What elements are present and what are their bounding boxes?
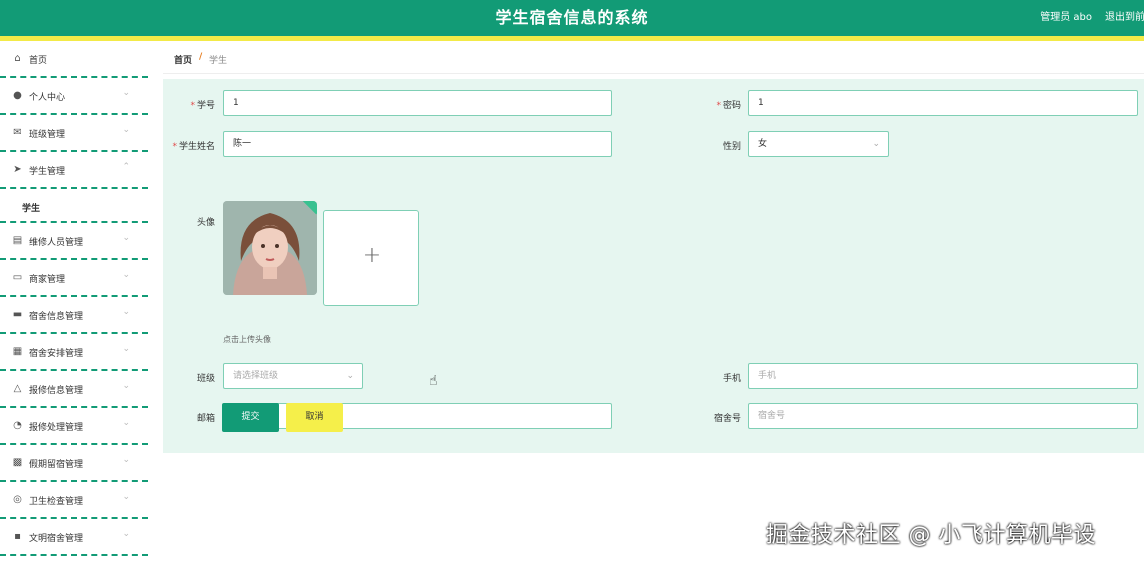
sidebar-item-repair-process[interactable]: ◔ 报修处理管理 ⌄ [0, 408, 148, 445]
sidebar-item-dorm-info[interactable]: ▬ 宿舍信息管理 ⌄ [0, 297, 148, 334]
avatar-label: 头像 [196, 218, 215, 228]
grid-icon: ▩ [12, 457, 23, 468]
dorm-no-label: 宿舍号 [713, 414, 741, 424]
breadcrumb-separator: / [199, 52, 203, 62]
password-input[interactable]: 1 [748, 90, 1138, 116]
sidebar-item-label: 报修信息管理 [29, 386, 84, 396]
target-icon: ◎ [13, 494, 22, 505]
class-label: 班级 [196, 374, 215, 384]
chevron-down-icon: ⌄ [122, 381, 130, 391]
sidebar-item-home[interactable]: ⌂ 首页 [0, 41, 148, 78]
chevron-down-icon: ⌄ [122, 344, 130, 354]
check-icon: ✓ [308, 201, 315, 203]
sidebar-item-dorm-arrange[interactable]: ▦ 宿舍安排管理 ⌄ [0, 334, 148, 371]
student-name-input[interactable]: 陈一 [223, 131, 612, 157]
breadcrumb-home[interactable]: 首页 [174, 53, 192, 66]
sidebar-item-repairers[interactable]: ▤ 维修人员管理 ⌄ [0, 223, 148, 260]
home-icon: ⌂ [14, 53, 21, 64]
gender-select[interactable]: 女 ⌄ [748, 131, 889, 157]
email-input[interactable]: 邮箱 [223, 403, 612, 429]
avatar-photo [223, 201, 317, 295]
sidebar-subitem-student[interactable]: 学生 [0, 189, 148, 223]
bed-icon: ▬ [12, 309, 23, 320]
sidebar-item-label: 宿舍安排管理 [29, 349, 84, 359]
phone-input[interactable]: 手机 [748, 363, 1138, 389]
breadcrumb-current: 学生 [209, 56, 228, 66]
bell-icon: △ [13, 383, 22, 394]
sidebar-item-label: 首页 [29, 56, 48, 66]
class-placeholder: 请选择班级 [233, 371, 279, 381]
sidebar: ⌂ 首页 ● 个人中心 ⌄ ✉ 班级管理 ⌄ ➤ 学生管理 ⌃ 学生 ▤ 维修人… [0, 41, 150, 564]
avatar-preview[interactable]: ✓ [223, 201, 317, 295]
class-select[interactable]: 请选择班级 ⌄ [223, 363, 363, 389]
sidebar-item-label: 卫生检查管理 [29, 497, 84, 507]
sidebar-item-profile[interactable]: ● 个人中心 ⌄ [0, 78, 148, 115]
required-mark: * [716, 101, 721, 111]
chevron-down-icon: ⌄ [122, 492, 130, 502]
top-header: 学生宿舍信息的系统 管理员 abo 退出到前 [0, 0, 1144, 36]
cancel-button[interactable]: 取消 [286, 403, 343, 432]
submit-button[interactable]: 提交 [222, 403, 279, 432]
sidebar-item-label: 个人中心 [29, 93, 66, 103]
chevron-down-icon: ⌄ [122, 270, 130, 280]
mouse-pointer-icon: ☝ [429, 373, 438, 389]
mail-icon: ✉ [13, 127, 22, 138]
gender-value: 女 [758, 139, 768, 149]
main-content: 首页 / 学生 * 学号 1 * 密码 1 * 学生姓名 陈一 性别 女 ⌄ 头像 [163, 41, 1144, 564]
sidebar-subitem-label: 学生 [22, 204, 41, 214]
sidebar-item-label: 商家管理 [29, 275, 66, 285]
breadcrumb: 首页 / 学生 [163, 41, 1144, 74]
phone-label: 手机 [722, 374, 741, 384]
app-title: 学生宿舍信息的系统 [495, 8, 649, 27]
chevron-down-icon: ⌄ [122, 418, 130, 428]
watermark: 掘金技术社区 @ 小飞计算机毕设 [766, 523, 1096, 548]
chevron-down-icon: ⌄ [122, 529, 130, 539]
sidebar-item-merchants[interactable]: ▭ 商家管理 ⌄ [0, 260, 148, 297]
sidebar-item-label: 报修处理管理 [29, 423, 84, 433]
document-icon: ▦ [12, 346, 23, 357]
plus-icon: + [362, 243, 382, 268]
chevron-down-icon: ⌄ [346, 371, 354, 381]
sidebar-item-label: 宿舍信息管理 [29, 312, 84, 322]
avatar-upload-hint: 点击上传头像 [223, 335, 271, 344]
email-label: 邮箱 [196, 414, 215, 424]
student-name-label: * 学生姓名 [172, 142, 215, 152]
sidebar-item-label: 班级管理 [29, 130, 66, 140]
clipboard-icon: ▤ [12, 235, 23, 246]
send-icon: ➤ [13, 164, 22, 175]
sidebar-item-label: 学生管理 [29, 167, 66, 177]
chevron-up-icon: ⌃ [122, 162, 130, 172]
sidebar-item-label: 文明宿舍管理 [29, 534, 84, 544]
sidebar-item-hygiene[interactable]: ◎ 卫生检查管理 ⌄ [0, 482, 148, 519]
chevron-down-icon: ⌄ [122, 125, 130, 135]
sidebar-item-holiday-stay[interactable]: ▩ 假期留宿管理 ⌄ [0, 445, 148, 482]
chevron-down-icon: ⌄ [122, 455, 130, 465]
current-user: 管理员 abo [1040, 12, 1092, 23]
sidebar-item-label: 假期留宿管理 [29, 460, 84, 470]
avatar-upload-button[interactable]: + [323, 210, 419, 306]
sidebar-item-repair-info[interactable]: △ 报修信息管理 ⌄ [0, 371, 148, 408]
student-no-label: * 学号 [190, 101, 215, 111]
chart-icon: ▭ [12, 272, 23, 283]
sidebar-item-students[interactable]: ➤ 学生管理 ⌃ [0, 152, 148, 189]
chevron-down-icon: ⌄ [122, 307, 130, 317]
sidebar-item-class[interactable]: ✉ 班级管理 ⌄ [0, 115, 148, 152]
comment-icon: ▪ [14, 531, 21, 542]
chevron-down-icon: ⌄ [122, 233, 130, 243]
required-mark: * [190, 101, 195, 111]
sidebar-item-civilized-dorm[interactable]: ▪ 文明宿舍管理 ⌄ [0, 519, 148, 556]
dorm-no-input[interactable]: 宿舍号 [748, 403, 1138, 429]
chevron-down-icon: ⌄ [122, 88, 130, 98]
student-no-input[interactable]: 1 [223, 90, 612, 116]
student-form: * 学号 1 * 密码 1 * 学生姓名 陈一 性别 女 ⌄ 头像 + 点击上传… [163, 79, 1144, 453]
chevron-down-icon: ⌄ [872, 139, 880, 149]
user-icon: ● [13, 90, 22, 101]
required-mark: * [172, 142, 177, 152]
logout-link[interactable]: 退出到前 [1105, 8, 1144, 23]
clock-icon: ◔ [13, 420, 22, 431]
sidebar-item-label: 维修人员管理 [29, 238, 84, 248]
password-label: * 密码 [716, 101, 741, 111]
gender-label: 性别 [722, 142, 741, 152]
